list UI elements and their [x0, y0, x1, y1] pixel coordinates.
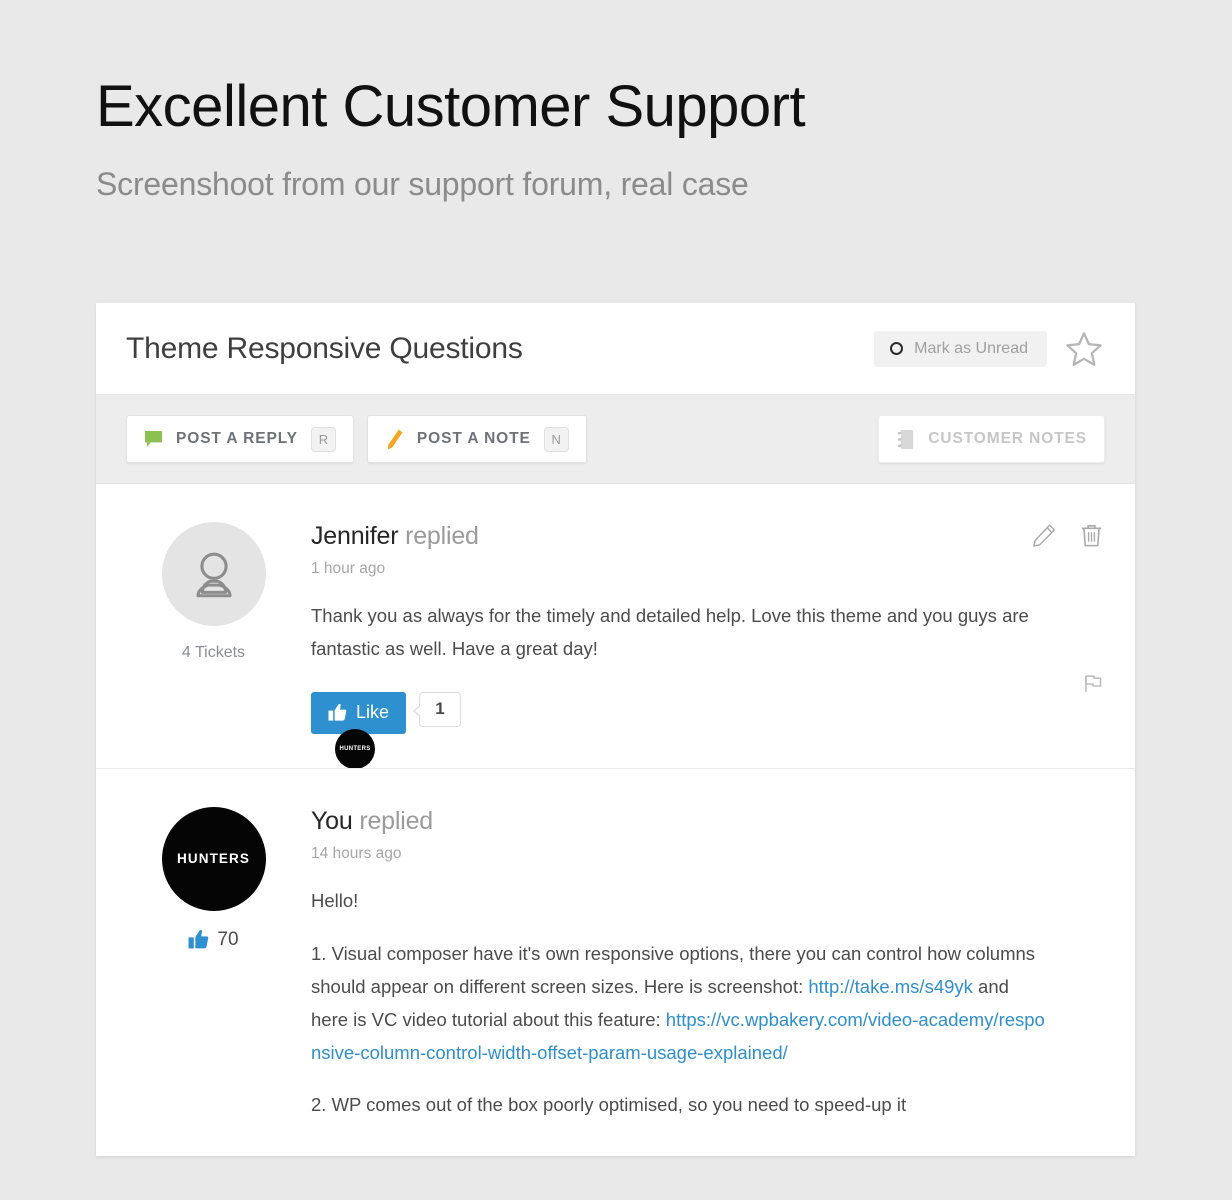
thumbs-up-icon	[188, 930, 209, 949]
ticket-toolbar: POST A REPLY R POST A NOTE N CUSTOMER NO…	[96, 395, 1135, 484]
page-subtitle: Screenshoot from our support forum, real…	[96, 166, 749, 202]
post-sidebar: 4 Tickets	[126, 522, 301, 734]
page-title: Excellent Customer Support	[96, 74, 806, 139]
mark-as-unread-button[interactable]: Mark as Unread	[874, 330, 1047, 367]
post-paragraph: Thank you as always for the timely and d…	[311, 605, 1029, 659]
avatar: HUNTERS	[161, 806, 266, 911]
post-body: Jennifer replied 1 hour ago Thank you as…	[301, 522, 1105, 769]
post-item: HUNTERS 70 You replied 14 hours ago Hell…	[96, 767, 1135, 1157]
customer-notes-button[interactable]: CUSTOMER NOTES	[878, 415, 1105, 463]
post-content: Thank you as always for the timely and d…	[311, 600, 1045, 666]
post-author-verb: replied	[405, 522, 479, 550]
thumbs-up-icon	[328, 704, 347, 721]
user-silhouette-icon	[196, 552, 231, 598]
flag-icon	[1085, 675, 1102, 692]
star-button[interactable]	[1063, 328, 1105, 370]
screenshot-link[interactable]: http://take.ms/s49yk	[808, 976, 973, 997]
post-a-note-button[interactable]: POST A NOTE N	[366, 415, 587, 463]
ticket-header-actions: Mark as Unread	[874, 328, 1105, 370]
edit-post-button[interactable]	[1031, 522, 1058, 549]
like-count-badge: 1	[413, 691, 462, 727]
post-body: You replied 14 hours ago Hello! 1. Visua…	[301, 807, 1105, 1123]
post-author-verb: replied	[359, 806, 433, 835]
ticket-header: Theme Responsive Questions Mark as Unrea…	[96, 303, 1135, 395]
post-author-name: Jennifer	[311, 522, 399, 550]
flag-post-container	[1081, 672, 1105, 701]
star-icon	[1066, 331, 1102, 366]
ticket-subject: Theme Responsive Questions	[126, 331, 523, 365]
pencil-edit-icon	[1033, 524, 1056, 547]
notebook-icon	[898, 429, 914, 449]
ticket-count-label: 4 Tickets	[181, 644, 246, 661]
post-a-note-shortcut: N	[543, 426, 569, 452]
post-author: Jennifer replied	[311, 522, 1045, 551]
post-tools	[1031, 522, 1105, 549]
speech-bubble-icon	[144, 430, 163, 447]
ticket-card: Theme Responsive Questions Mark as Unrea…	[96, 303, 1135, 1157]
post-content: Hello! 1. Visual composer have it's own …	[311, 885, 1045, 1123]
liker-avatar[interactable]: HUNTERS	[335, 728, 375, 769]
trash-icon	[1081, 525, 1102, 547]
post-likes-summary: 70	[188, 928, 239, 951]
delete-post-button[interactable]	[1078, 522, 1105, 549]
post-timestamp: 1 hour ago	[311, 560, 386, 577]
post-item: 4 Tickets Jennifer replied 1 hour ago Th…	[96, 484, 1135, 769]
like-button[interactable]: Like	[311, 691, 407, 734]
post-timestamp: 14 hours ago	[311, 844, 402, 862]
post-sidebar: HUNTERS 70	[126, 806, 301, 1123]
flag-post-button[interactable]	[1081, 672, 1105, 696]
circle-ring-icon	[890, 342, 904, 355]
pencil-icon	[387, 429, 403, 449]
post-a-note-label: POST A NOTE	[416, 430, 531, 447]
page-root: Excellent Customer Support Screenshoot f…	[0, 0, 1232, 1200]
page-header: Excellent Customer Support Screenshoot f…	[0, 0, 1232, 202]
mark-as-unread-label: Mark as Unread	[914, 339, 1028, 357]
post-author-name: You	[311, 806, 353, 835]
like-button-label: Like	[356, 702, 390, 723]
post-a-reply-shortcut: R	[310, 426, 336, 452]
post-likes-count: 70	[217, 928, 239, 950]
post-author: You replied	[311, 807, 1045, 836]
avatar-brand-label: HUNTERS	[177, 851, 250, 867]
post-paragraph: 2. WP comes out of the box poorly optimi…	[311, 1094, 907, 1116]
like-row: Like 1 HUNTERS	[311, 691, 1045, 769]
post-greeting: Hello!	[311, 889, 359, 911]
customer-notes-label: CUSTOMER NOTES	[928, 430, 1087, 447]
avatar	[161, 522, 266, 626]
post-a-reply-label: POST A REPLY	[176, 430, 298, 447]
post-a-reply-button[interactable]: POST A REPLY R	[126, 415, 354, 463]
post-paragraph: 1. Visual composer have it's own respons…	[311, 938, 1045, 1070]
liker-avatar-label: HUNTERS	[339, 745, 371, 752]
